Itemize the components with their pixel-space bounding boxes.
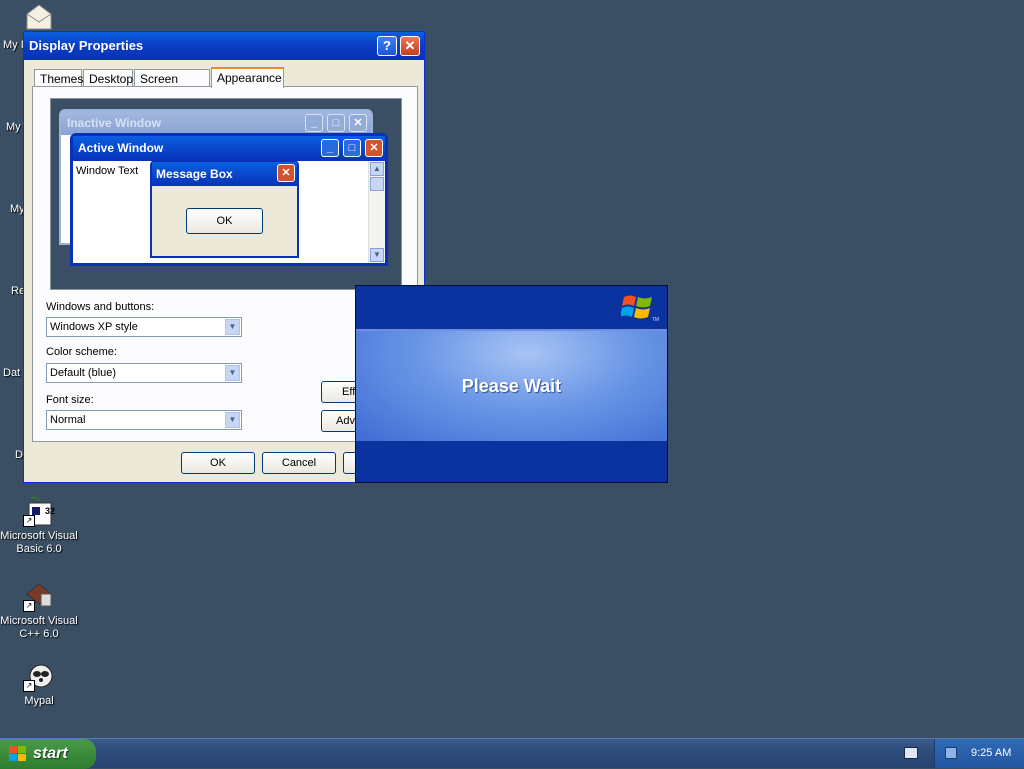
scroll-up-icon: ▲	[370, 162, 384, 176]
minimize-icon: _	[305, 114, 323, 132]
font-size-label: Font size:	[46, 394, 94, 406]
color-scheme-select[interactable]: Default (blue) ▼	[46, 363, 242, 383]
tab-appearance[interactable]: Appearance	[211, 67, 284, 88]
desktop-label-partial-5[interactable]: Dat	[3, 367, 20, 379]
start-button[interactable]: start	[0, 739, 96, 769]
chevron-down-icon[interactable]: ▼	[225, 412, 240, 428]
minimize-icon: _	[321, 139, 339, 157]
windows-logo-icon	[621, 295, 652, 319]
windows-buttons-value: Windows XP style	[50, 321, 138, 333]
message-box-title-text: Message Box	[156, 167, 233, 181]
maximize-icon: □	[327, 114, 345, 132]
window-title: Display Properties	[29, 38, 144, 53]
trademark-mark: TM	[651, 317, 659, 323]
taskbar: start 9:25 AM	[0, 738, 1024, 769]
vb-badge: 32	[44, 506, 55, 516]
desktop-icon-label: Microsoft Visual Basic 6.0	[0, 530, 78, 555]
window-text: Window Text	[76, 165, 139, 177]
preview-scrollbar: ▲ ▼	[368, 161, 385, 263]
close-icon: ✕	[277, 164, 295, 182]
cancel-button[interactable]: Cancel	[262, 452, 336, 474]
splash-top-band: TM	[356, 286, 667, 331]
desktop-icon-label: Microsoft Visual C++ 6.0	[0, 615, 78, 640]
desktop-icon-visual-cpp[interactable]: ↗ Microsoft Visual C++ 6.0	[0, 580, 78, 641]
please-wait-splash: TM Please Wait	[355, 285, 668, 483]
windows-buttons-label: Windows and buttons:	[46, 301, 155, 313]
windows-flag-icon	[9, 746, 26, 761]
splash-bottom-band	[356, 441, 667, 482]
tab-desktop[interactable]: Desktop	[83, 69, 133, 87]
start-label: start	[33, 745, 68, 762]
desktop-icon-label: Mypal	[24, 695, 54, 707]
keyboard-icon[interactable]	[904, 747, 918, 759]
font-size-value: Normal	[50, 414, 86, 426]
raccoon-icon: ↗	[23, 660, 55, 692]
close-icon: ✕	[349, 114, 367, 132]
scroll-down-icon: ▼	[370, 248, 384, 262]
close-icon: ✕	[365, 139, 383, 157]
folder-envelope-icon	[26, 4, 52, 30]
shortcut-arrow-icon: ↗	[23, 600, 35, 612]
desktop-icon-mypal[interactable]: ↗ Mypal	[0, 660, 78, 708]
message-box-title: Message Box ✕	[152, 162, 297, 186]
inactive-window-title: Inactive Window	[61, 111, 371, 135]
splash-center: Please Wait	[356, 331, 667, 441]
desktop-icon-my-documents[interactable]	[24, 2, 54, 32]
visual-cpp-icon: ↗	[23, 580, 55, 612]
tab-screen-saver[interactable]: Screen Saver	[134, 69, 210, 104]
network-icon[interactable]	[945, 747, 957, 759]
desktop-label-partial-6[interactable]: D	[15, 449, 23, 461]
message-box-ok-button: OK	[186, 208, 263, 234]
color-scheme-value: Default (blue)	[50, 367, 117, 379]
chevron-down-icon[interactable]: ▼	[225, 365, 240, 381]
color-scheme-label: Color scheme:	[46, 346, 117, 358]
scroll-thumb	[370, 177, 384, 191]
help-icon: ?	[383, 38, 391, 53]
visual-basic-icon: ↗ 32	[23, 495, 55, 527]
shortcut-arrow-icon: ↗	[23, 515, 35, 527]
close-icon: ✕	[404, 38, 416, 53]
desktop-label-partial-1[interactable]: My I	[3, 39, 24, 51]
please-wait-text: Please Wait	[461, 376, 562, 396]
system-tray: 9:25 AM	[934, 739, 1024, 768]
help-button[interactable]: ?	[377, 36, 397, 56]
preview-message-box: Message Box ✕ OK	[150, 160, 299, 258]
chevron-down-icon[interactable]: ▼	[225, 319, 240, 335]
desktop-label-partial-2[interactable]: My	[6, 121, 21, 133]
desktop-icon-visual-basic[interactable]: ↗ 32 Microsoft Visual Basic 6.0	[0, 495, 78, 556]
close-button[interactable]: ✕	[400, 36, 420, 56]
ok-button[interactable]: OK	[181, 452, 255, 474]
font-size-select[interactable]: Normal ▼	[46, 410, 242, 430]
windows-buttons-select[interactable]: Windows XP style ▼	[46, 317, 242, 337]
tab-themes[interactable]: Themes	[34, 69, 83, 87]
title-bar[interactable]: Display Properties ? ✕	[24, 32, 424, 60]
clock[interactable]: 9:25 AM	[971, 739, 1011, 768]
maximize-icon: □	[343, 139, 361, 157]
shortcut-arrow-icon: ↗	[23, 680, 35, 692]
